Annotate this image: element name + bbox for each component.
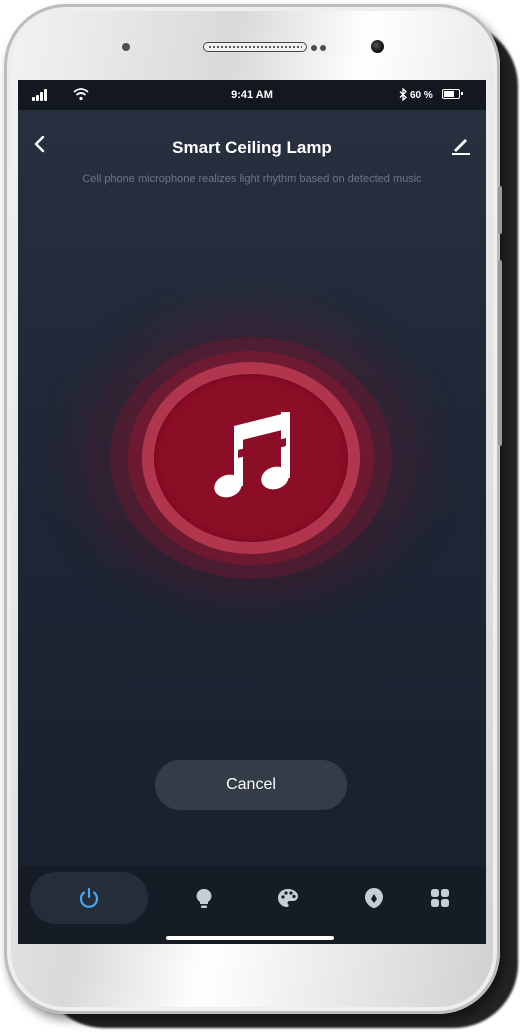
music-pulse [86,323,416,593]
header: Smart Ceiling Lamp Cell phone microphone… [18,110,486,230]
bluetooth-icon [399,88,407,101]
sensor-dot [311,45,317,51]
volume-button [498,186,502,234]
page-subtitle: Cell phone microphone realizes light rhy… [82,173,422,185]
battery-percentage: 60 % [410,90,433,101]
tab-more[interactable] [414,872,466,924]
top-bezel [4,4,500,80]
battery-icon [442,89,463,99]
status-bar: 9:41 AM 60 % [18,80,486,110]
music-note-icon [214,412,290,498]
scene-icon [365,888,383,908]
earpiece-speaker [203,42,307,52]
edit-pencil-icon[interactable] [450,134,472,156]
sensor-dot [320,45,326,51]
power-icon [79,887,99,908]
bulb-icon [196,888,212,908]
tab-power[interactable] [30,872,148,924]
cancel-button[interactable]: Cancel [155,760,347,810]
tab-light[interactable] [178,872,230,924]
tab-color[interactable] [262,872,314,924]
page-title: Smart Ceiling Lamp [172,138,332,157]
grid-icon [431,889,449,907]
music-mode-button[interactable] [154,374,348,542]
app-screen: 9:41 AM 60 % Smart Ceiling Lamp Cell pho… [18,80,486,944]
bottom-bezel [4,944,500,1014]
palette-icon [278,889,298,907]
home-indicator[interactable] [166,936,334,940]
front-camera [371,40,384,53]
sensor-dot [122,43,130,51]
phone-frame: 9:41 AM 60 % Smart Ceiling Lamp Cell pho… [4,4,502,1014]
bottom-tab-bar [18,866,486,944]
tab-scene[interactable] [348,872,400,924]
power-side-button [498,260,502,446]
